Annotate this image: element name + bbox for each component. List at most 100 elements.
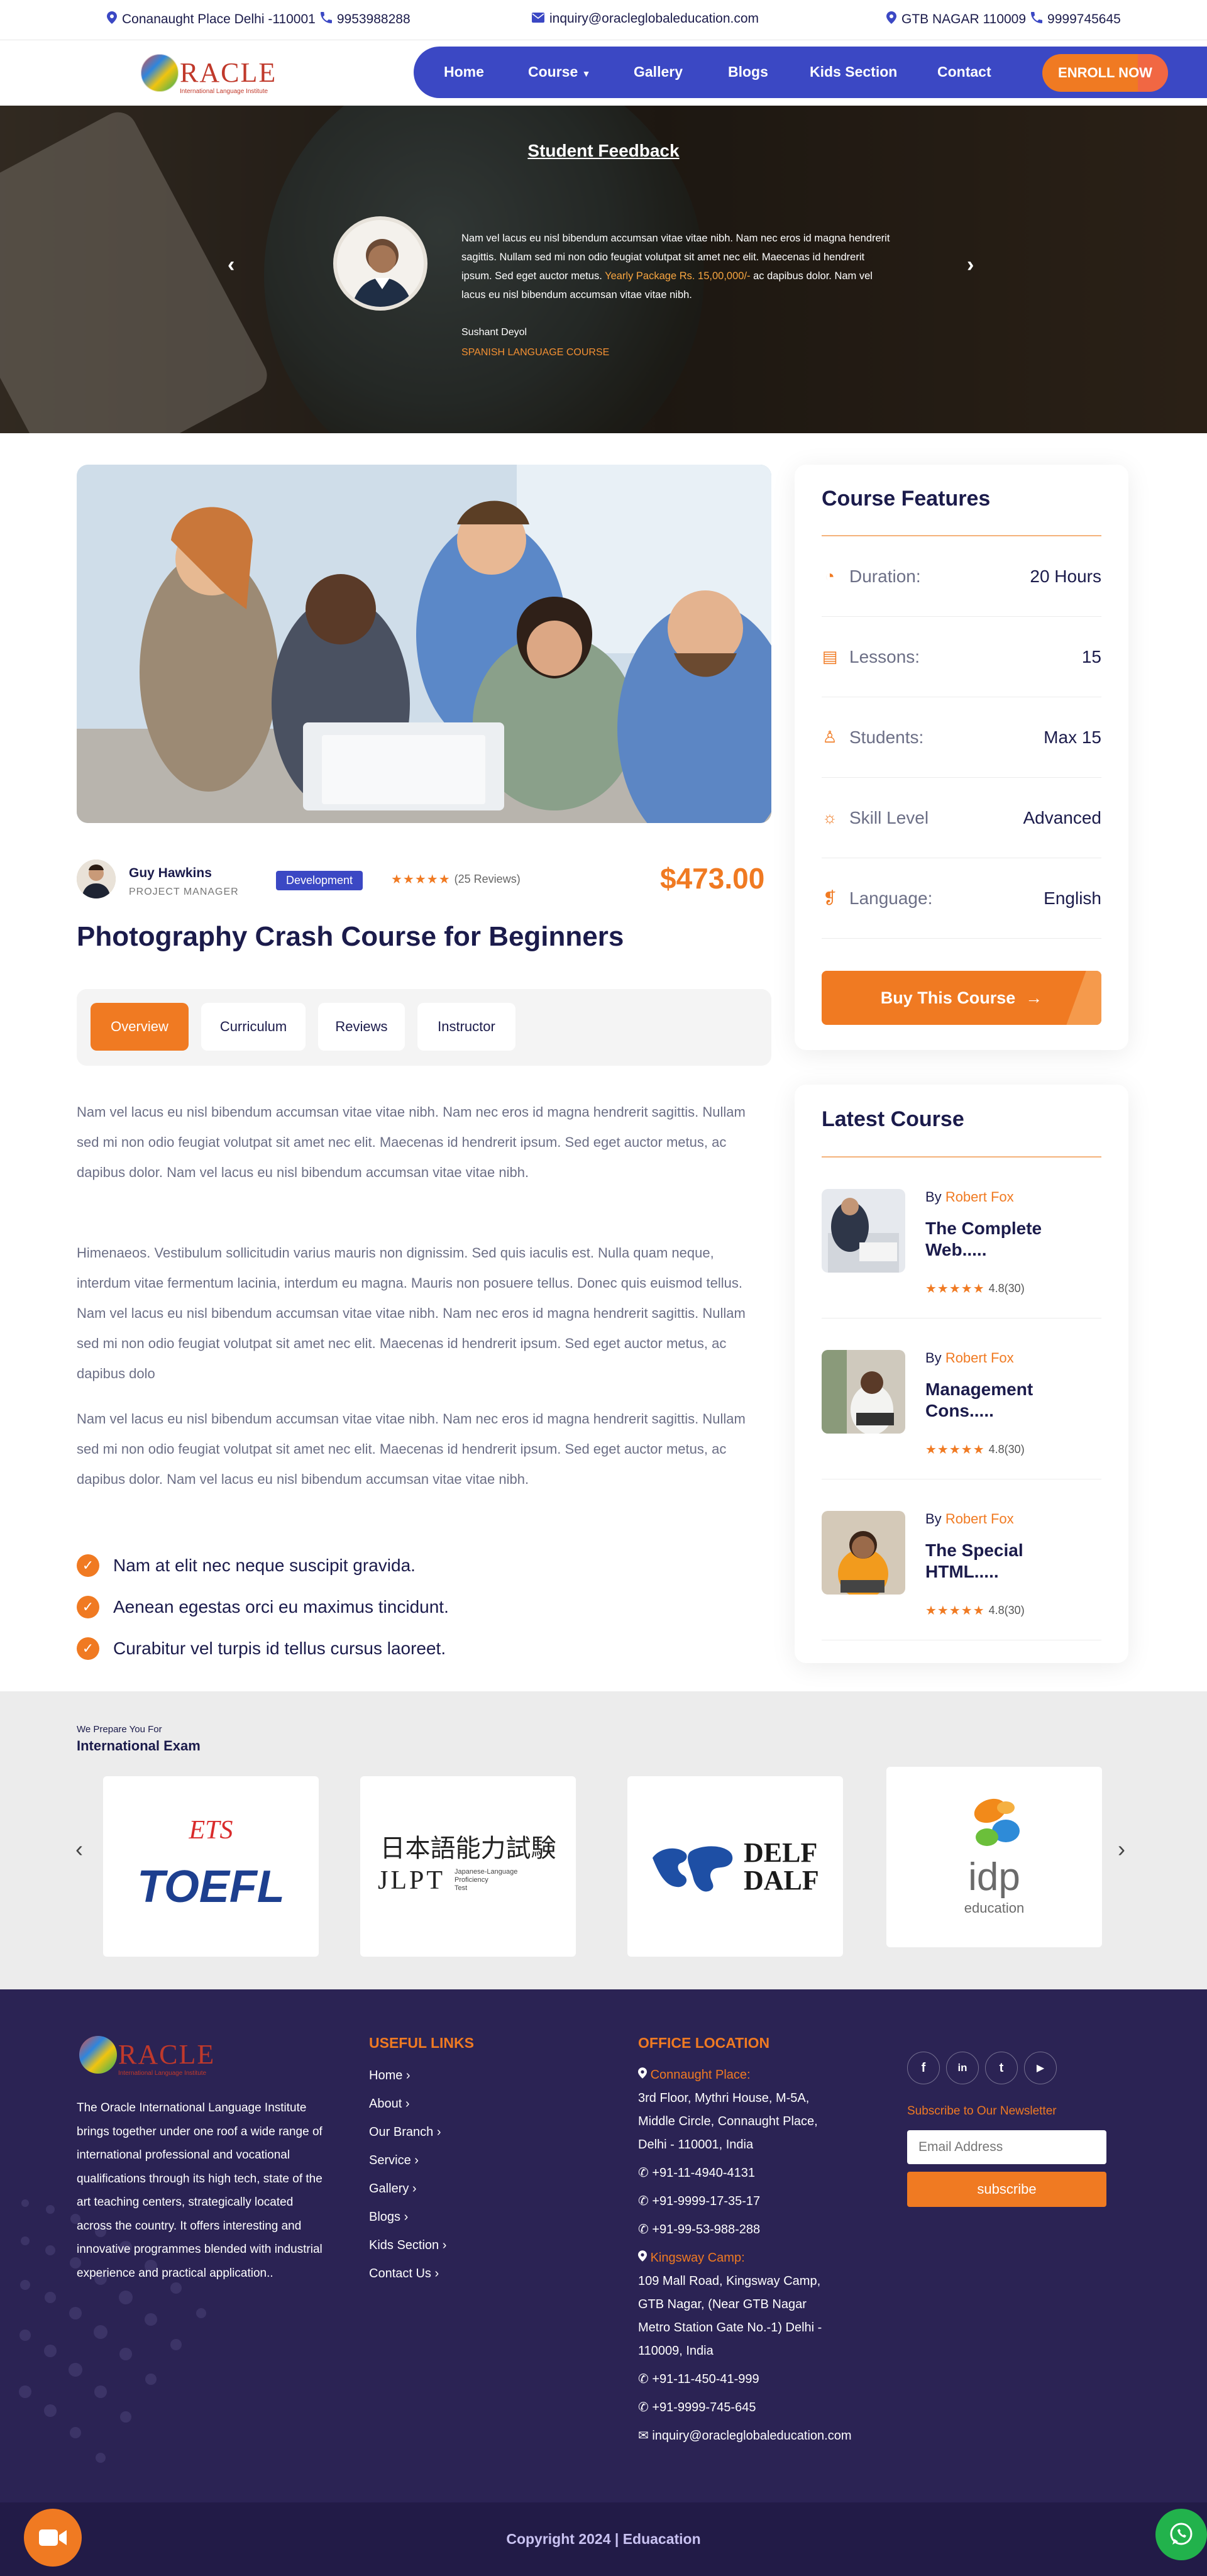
- latest-course-item[interactable]: By Robert Fox Management Cons..... ★★★★★…: [822, 1318, 1101, 1479]
- linkedin-icon[interactable]: in: [946, 2052, 979, 2084]
- footer-link-kids-section[interactable]: Kids Section ›: [369, 2238, 446, 2253]
- jlpt-logo[interactable]: 日本語能力試験 JLPT Japanese-Language Proficienc…: [360, 1776, 576, 1957]
- video-call-button[interactable]: [24, 2509, 82, 2567]
- office-phone[interactable]: ✆ +91-11-4940-4131: [638, 2162, 851, 2185]
- office-name-text: Kingsway Camp:: [650, 2251, 745, 2265]
- phone-icon: ✆: [638, 2223, 649, 2236]
- office-phone[interactable]: ✆ +91-9999-745-645: [638, 2396, 851, 2419]
- instructor-avatar: [77, 860, 116, 898]
- nav-kids-section[interactable]: Kids Section: [810, 64, 897, 80]
- student-course: SPANISH LANGUAGE COURSE: [461, 347, 610, 358]
- newsletter-label: Subscribe to Our Newsletter: [907, 2104, 1057, 2118]
- category-badge[interactable]: Development: [276, 871, 363, 890]
- latest-course-title[interactable]: The Complete Web.....: [925, 1218, 1095, 1261]
- footer-link-blogs[interactable]: Blogs ›: [369, 2210, 408, 2225]
- footer-link-service[interactable]: Service ›: [369, 2153, 419, 2168]
- world-map-icon: [653, 1846, 733, 1892]
- phone-icon: ✆: [638, 2372, 649, 2386]
- by-label: By: [925, 1189, 942, 1205]
- author-name[interactable]: Robert Fox: [945, 1511, 1014, 1527]
- instructor-name[interactable]: Guy Hawkins: [129, 866, 212, 881]
- chevron-left-icon[interactable]: ‹: [75, 1836, 83, 1862]
- nav-course[interactable]: Course ▼: [528, 64, 591, 80]
- office-email-text: inquiry@oracleglobaleducation.com: [652, 2429, 852, 2443]
- site-logo[interactable]: RACLE International Language Institute: [138, 49, 302, 99]
- nav-contact[interactable]: Contact: [937, 64, 991, 80]
- delf-dalf-logo[interactable]: DELF DALF: [627, 1776, 843, 1957]
- youtube-icon[interactable]: ▶: [1024, 2052, 1057, 2084]
- newsletter-email-input[interactable]: [907, 2130, 1106, 2164]
- nav-gallery[interactable]: Gallery: [634, 64, 683, 80]
- course-rating: ★★★★★ (25 Reviews): [391, 871, 521, 887]
- map-pin-icon: [638, 2067, 647, 2082]
- enroll-now-button[interactable]: ENROLL NOW: [1042, 54, 1168, 92]
- footer-link-gallery[interactable]: Gallery ›: [369, 2182, 417, 2196]
- phone-text[interactable]: 9953988288: [337, 12, 411, 27]
- idp-education-logo[interactable]: idp education: [886, 1767, 1102, 1947]
- svg-text:RACLE: RACLE: [180, 57, 277, 88]
- course-thumbnail: [822, 1189, 905, 1273]
- facebook-icon[interactable]: f: [907, 2052, 940, 2084]
- whatsapp-button[interactable]: [1155, 2509, 1207, 2560]
- footer-link-home[interactable]: Home ›: [369, 2069, 411, 2083]
- email-info: inquiry@oracleglobaleducation.com: [532, 11, 759, 26]
- nav-bar: Home Course ▼ Gallery Blogs Kids Section…: [414, 47, 1207, 98]
- jlpt-subtitle: Japanese-Language Proficiency Test: [455, 1868, 517, 1893]
- office-address-line: GTB Nagar, (Near GTB Nagar: [638, 2297, 807, 2311]
- tab-instructor[interactable]: Instructor: [417, 1003, 515, 1051]
- by-label: By: [925, 1350, 942, 1366]
- author-name[interactable]: Robert Fox: [945, 1189, 1014, 1205]
- nav-home[interactable]: Home: [444, 64, 484, 80]
- latest-course-card: Latest Course By Robert Fox The Complete…: [795, 1085, 1128, 1663]
- twitter-icon[interactable]: t: [985, 2052, 1018, 2084]
- chevron-right-icon[interactable]: ›: [1118, 1836, 1125, 1862]
- carousel-next-arrow-icon[interactable]: ›: [967, 253, 974, 277]
- svg-text:RACLE: RACLE: [118, 2039, 215, 2070]
- student-avatar: [333, 216, 427, 311]
- jlpt-sub-line: Proficiency: [455, 1876, 488, 1884]
- top-info-bar: Conanaught Place Delhi -110001 995398828…: [0, 0, 1207, 40]
- phone-text-2[interactable]: 9999745645: [1047, 12, 1121, 27]
- tab-reviews[interactable]: Reviews: [318, 1003, 405, 1051]
- map-pin-icon: [886, 11, 896, 28]
- feature-label: Lessons:: [849, 646, 920, 666]
- subscribe-button[interactable]: subscribe: [907, 2172, 1106, 2207]
- nav-blogs[interactable]: Blogs: [728, 64, 768, 80]
- email-text[interactable]: inquiry@oracleglobaleducation.com: [549, 11, 759, 26]
- latest-course-title[interactable]: The Special HTML.....: [925, 1540, 1095, 1583]
- arrow-right-icon: →: [1025, 988, 1043, 1007]
- course-title: Photography Crash Course for Beginners: [77, 921, 624, 952]
- oracle-logo-graphic: RACLE International Language Institute: [140, 53, 277, 95]
- tab-curriculum[interactable]: Curriculum: [201, 1003, 306, 1051]
- latest-course-title[interactable]: Management Cons.....: [925, 1379, 1095, 1422]
- ets-mark: ETS: [189, 1816, 233, 1845]
- footer-link-about[interactable]: About ›: [369, 2097, 409, 2111]
- star-rating-icon: ★★★★★: [391, 873, 451, 887]
- latest-course-item[interactable]: By Robert Fox The Complete Web..... ★★★★…: [822, 1158, 1101, 1318]
- jlpt-kanji: 日本語能力試験: [380, 1834, 556, 1862]
- caret-down-icon: ▼: [581, 69, 591, 79]
- office-phone[interactable]: ✆ +91-9999-17-35-17: [638, 2190, 851, 2213]
- course-price: $473.00: [660, 862, 765, 895]
- author-name[interactable]: Robert Fox: [945, 1350, 1014, 1366]
- tab-overview[interactable]: Overview: [91, 1003, 189, 1051]
- buy-course-button[interactable]: Buy This Course →: [822, 971, 1101, 1025]
- office-email[interactable]: ✉ inquiry@oracleglobaleducation.com: [638, 2424, 851, 2448]
- footer-link-contact-us[interactable]: Contact Us ›: [369, 2267, 439, 2281]
- latest-course-item[interactable]: By Robert Fox The Special HTML..... ★★★★…: [822, 1479, 1101, 1640]
- toefl-logo[interactable]: ETS TOEFL: [103, 1776, 319, 1957]
- office-phone[interactable]: ✆ +91-11-450-41-999: [638, 2368, 851, 2391]
- feature-value: English: [1044, 888, 1101, 908]
- user-icon: ♙: [822, 727, 837, 746]
- footer-logo[interactable]: RACLE International Language Institute: [77, 2031, 240, 2081]
- feature-row-lessons: ▤ Lessons: 15: [822, 617, 1101, 697]
- book-icon: ▤: [822, 647, 838, 666]
- feature-value: Advanced: [1023, 807, 1101, 827]
- feature-row-students: ♙ Students: Max 15: [822, 697, 1101, 778]
- footer-link-our-branch[interactable]: Our Branch ›: [369, 2125, 441, 2140]
- clock-icon: ◔: [825, 567, 835, 585]
- feedback-title: Student Feedback: [527, 141, 680, 160]
- jlpt-wordmark: JLPT: [378, 1866, 446, 1895]
- carousel-prev-arrow-icon[interactable]: ‹: [228, 253, 234, 277]
- office-phone[interactable]: ✆ +91-99-53-988-288: [638, 2218, 851, 2242]
